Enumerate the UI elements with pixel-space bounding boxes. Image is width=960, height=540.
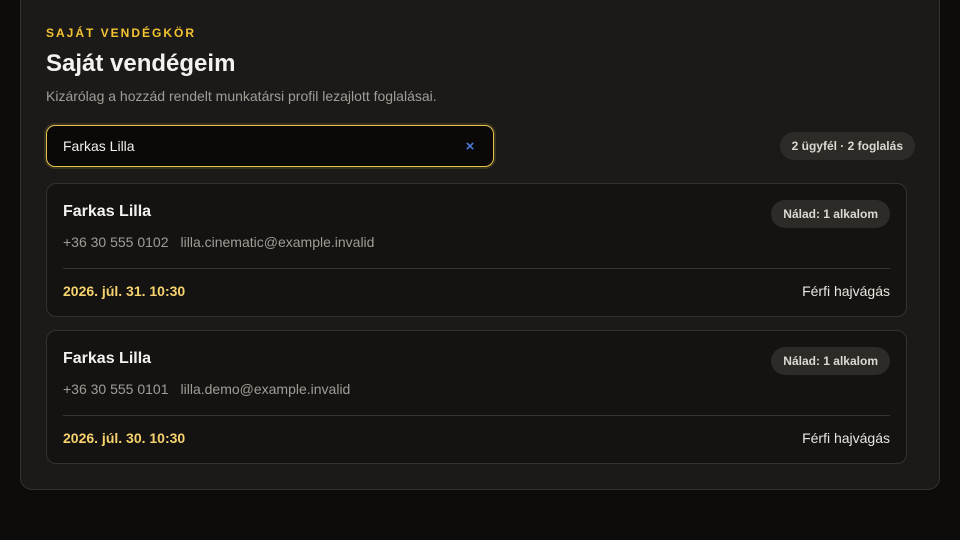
page-title: Saját vendégeim: [46, 50, 236, 77]
client-phone: +36 30 555 0101: [63, 381, 169, 397]
client-phone: +36 30 555 0102: [63, 234, 169, 250]
search-box: ×: [46, 125, 494, 167]
client-contact: +36 30 555 0102 lilla.cinematic@example.i…: [63, 234, 374, 250]
result-count-badge: 2 ügyfél · 2 foglalás: [779, 132, 915, 160]
booking-service: Férfi hajvágás: [802, 430, 890, 446]
visit-count-badge: Nálad: 1 alkalom: [771, 347, 890, 375]
client-email: lilla.cinematic@example.invalid: [180, 234, 375, 250]
section-eyebrow: SAJÁT VENDÉGKÖR: [46, 26, 197, 40]
client-email: lilla.demo@example.invalid: [180, 381, 351, 397]
client-contact: +36 30 555 0101 lilla.demo@example.invali…: [63, 381, 350, 397]
visit-count-badge: Nálad: 1 alkalom: [771, 200, 890, 228]
search-input[interactable]: [63, 138, 463, 154]
page-subtitle: Kizárólag a hozzád rendelt munkatársi pr…: [46, 88, 437, 104]
booking-service: Férfi hajvágás: [802, 283, 890, 299]
client-card[interactable]: Farkas Lilla Nálad: 1 alkalom +36 30 555…: [46, 330, 907, 464]
client-name: Farkas Lilla: [63, 350, 152, 367]
card-divider: [63, 268, 890, 269]
clients-panel: SAJÁT VENDÉGKÖR Saját vendégeim Kizáróla…: [20, 0, 940, 490]
client-card[interactable]: Farkas Lilla Nálad: 1 alkalom +36 30 555…: [46, 183, 907, 317]
client-name: Farkas Lilla: [63, 203, 152, 220]
booking-date: 2026. júl. 30. 10:30: [63, 430, 186, 446]
booking-date: 2026. júl. 31. 10:30: [63, 283, 186, 299]
clear-icon[interactable]: ×: [463, 138, 477, 155]
card-divider: [63, 415, 890, 416]
